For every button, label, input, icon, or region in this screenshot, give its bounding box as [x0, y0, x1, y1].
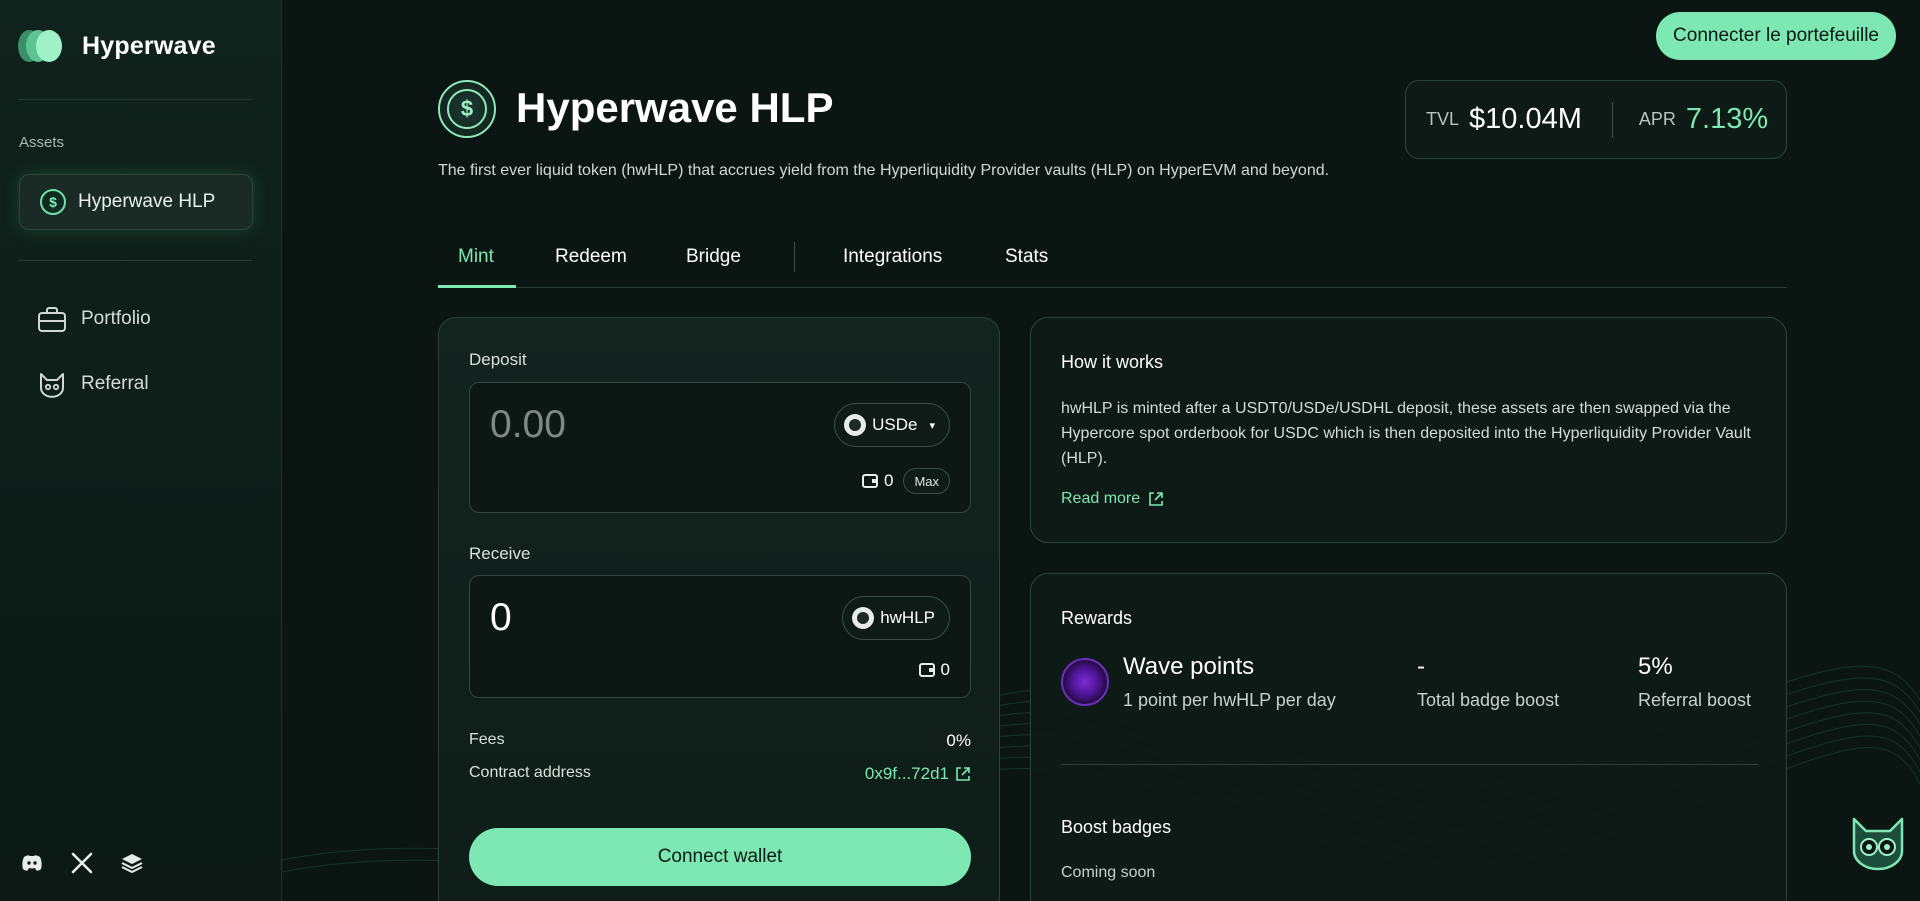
apr-label: APR: [1638, 109, 1676, 129]
external-link-icon: [1149, 492, 1163, 506]
contract-address-link[interactable]: 0x9f...72d1: [865, 764, 971, 784]
receive-label: Receive: [469, 544, 531, 563]
active-tab-indicator: [438, 285, 516, 288]
hyperwave-logo-icon: [18, 26, 68, 66]
brand-logo[interactable]: Hyperwave: [18, 26, 216, 66]
fees-value: 0%: [946, 731, 971, 750]
tab-integrations[interactable]: Integrations: [843, 246, 942, 268]
fees-label: Fees: [469, 731, 505, 748]
stats-divider: [1611, 101, 1613, 138]
discord-icon[interactable]: [20, 851, 44, 875]
hyperwave-hlp-coin-icon: $: [438, 80, 496, 138]
sidebar-item-label: Portfolio: [81, 308, 151, 329]
page-title: Hyperwave HLP: [516, 84, 834, 131]
sidebar: Hyperwave Assets $ Hyperwave HLP Portfol…: [0, 0, 282, 901]
sidebar-divider: [18, 99, 252, 100]
connect-wallet-button[interactable]: Connect wallet: [469, 828, 971, 886]
read-more-link[interactable]: Read more: [1061, 490, 1164, 508]
assets-section-label: Assets: [19, 134, 65, 151]
badge-boost-label: Total badge boost: [1417, 690, 1560, 710]
apr-value: 7.13%: [1685, 103, 1769, 135]
receive-balance: 0: [918, 660, 950, 680]
wave-points-title: Wave points: [1123, 653, 1255, 680]
boost-badges-status: Coming soon: [1061, 864, 1156, 881]
sidebar-divider: [18, 260, 252, 261]
sidebar-item-referral[interactable]: Referral: [37, 370, 149, 398]
deposit-token-select[interactable]: USDe ▾: [834, 403, 950, 447]
referral-boost-label: Referral boost: [1638, 690, 1752, 710]
how-it-works-title: How it works: [1061, 352, 1164, 372]
fees-row: Fees 0%: [469, 731, 971, 751]
receive-balance-value: 0: [940, 660, 950, 679]
wallet-icon: [861, 474, 878, 488]
contract-address-row: Contract address 0x9f...72d1: [469, 764, 971, 784]
connect-wallet-header-button[interactable]: Connecter le portefeuille: [1656, 12, 1896, 60]
tab-bar: Mint Redeem Bridge Integrations Stats: [438, 240, 1787, 288]
sidebar-item-portfolio[interactable]: Portfolio: [37, 305, 151, 333]
briefcase-icon: [38, 307, 66, 332]
receive-amount: 0: [490, 596, 512, 639]
hwhlp-token-icon: [852, 607, 875, 629]
receive-output-box: 0 hwHLP 0: [469, 575, 971, 698]
contract-address-value: 0x9f...72d1: [864, 764, 949, 783]
boost-badges-title: Boost badges: [1061, 817, 1172, 837]
external-link-icon: [956, 767, 970, 781]
rewards-card: Rewards Wave points 1 point per hwHLP pe…: [1030, 573, 1787, 901]
receive-token-pill: hwHLP: [842, 596, 950, 640]
sidebar-item-label: Referral: [81, 373, 149, 394]
tvl-apr-stats: TVL $10.04M APR 7.13%: [1405, 80, 1787, 159]
dollar-coin-icon: $: [40, 189, 66, 215]
deposit-input-box[interactable]: 0.00 USDe ▾ 0 Max: [469, 382, 971, 513]
how-it-works-text: hwHLP is minted after a USDT0/USDe/USDHL…: [1061, 400, 1751, 467]
deposit-balance-value: 0: [883, 471, 894, 490]
sidebar-item-hyperwave-hlp[interactable]: $ Hyperwave HLP: [19, 174, 253, 230]
wallet-icon: [918, 663, 935, 677]
deposit-label: Deposit: [469, 350, 527, 369]
tab-mint[interactable]: Mint: [458, 246, 494, 268]
wave-points-icon: [1061, 658, 1109, 706]
deposit-balance: 0 Max: [861, 468, 950, 494]
tab-separator: [794, 242, 795, 272]
read-more-label: Read more: [1061, 490, 1141, 507]
page-description: The first ever liquid token (hwHLP) that…: [438, 162, 1330, 179]
tvl-value: $10.04M: [1469, 103, 1582, 135]
receive-token-label: hwHLP: [880, 608, 935, 627]
wave-points-rate: 1 point per hwHLP per day: [1123, 690, 1336, 710]
tab-stats[interactable]: Stats: [1005, 246, 1048, 268]
social-links: [20, 851, 144, 875]
how-it-works-card: How it works hwHLP is minted after a USD…: [1030, 317, 1787, 543]
sidebar-item-label: Hyperwave HLP: [78, 191, 216, 212]
brand-name: Hyperwave: [82, 31, 216, 60]
cat-icon: [40, 373, 64, 398]
tab-bridge[interactable]: Bridge: [686, 246, 741, 268]
cat-mascot-icon[interactable]: [1848, 815, 1908, 871]
deposit-token-label: USDe: [872, 415, 918, 434]
deposit-amount-input[interactable]: 0.00: [490, 403, 566, 447]
tvl-label: TVL: [1426, 109, 1460, 129]
referral-boost-value: 5%: [1638, 653, 1673, 680]
badge-boost-value: -: [1417, 653, 1425, 680]
chevron-down-icon: ▾: [929, 419, 935, 432]
usde-token-icon: [844, 414, 867, 436]
rewards-divider: [1061, 764, 1758, 765]
x-icon[interactable]: [70, 851, 94, 875]
max-button[interactable]: Max: [903, 468, 950, 494]
docs-stack-icon[interactable]: [120, 851, 144, 875]
tab-redeem[interactable]: Redeem: [555, 246, 627, 268]
mint-card: Deposit 0.00 USDe ▾ 0 Max Receive 0 hwHL…: [438, 317, 1000, 901]
rewards-title: Rewards: [1061, 608, 1133, 628]
contract-address-label: Contract address: [469, 764, 591, 781]
